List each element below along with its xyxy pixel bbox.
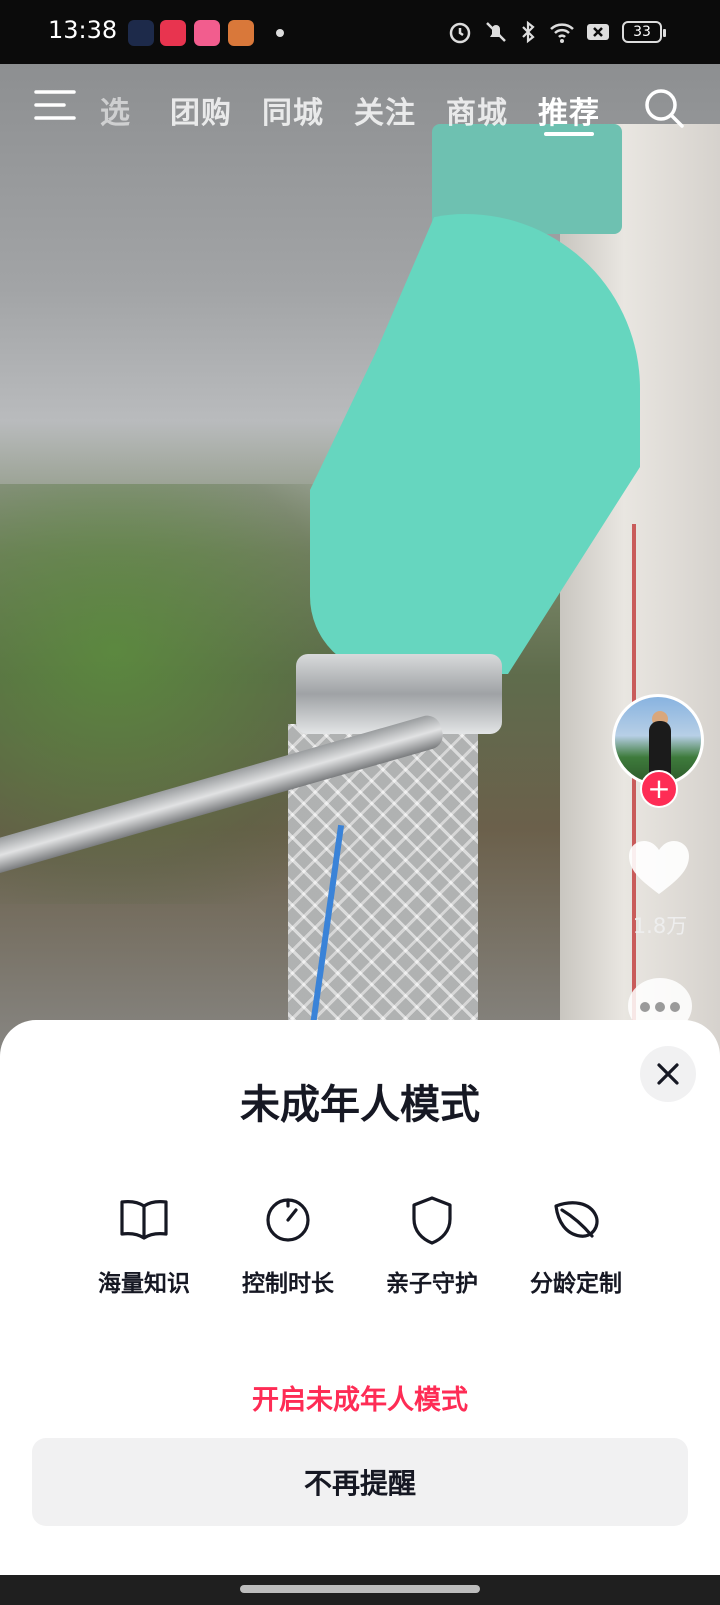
feature-label: 亲子守护 [386,1271,478,1297]
top-nav: 选 团购 同城 关注 商城 推荐 [0,76,720,140]
sim-off-icon [587,24,609,40]
timer-icon [266,1198,310,1242]
like-count: 1.8万 [632,914,688,938]
tab-recommend[interactable]: 推荐 [538,88,600,132]
notification-dot-icon [276,29,284,37]
music-app-icon [160,20,186,46]
system-nav-bar [0,1575,720,1605]
alarm-icon [449,22,471,44]
feature-label: 控制时长 [242,1271,334,1297]
menu-icon[interactable] [34,88,76,122]
tab-local[interactable]: 同城 [262,88,324,132]
dont-remind-button[interactable]: 不再提醒 [32,1438,688,1526]
battery-icon: 33 [622,21,666,43]
sheet-title: 未成年人模式 [240,1082,480,1128]
tab-following[interactable]: 关注 [354,88,416,132]
close-button[interactable] [640,1046,696,1102]
tab-mall[interactable]: 商城 [446,88,508,132]
feature-age-custom: 分龄定制 [504,1192,648,1298]
feature-knowledge: 海量知识 [72,1192,216,1298]
shield-icon [412,1196,452,1245]
close-icon [657,1063,679,1085]
teen-mode-sheet: 未成年人模式 海量知识 控制时长 亲子守护 分龄定制 开启未成年人模式 不再提醒 [0,1020,720,1575]
feature-label: 分龄定制 [530,1271,622,1297]
active-tab-indicator [544,132,594,136]
heart-icon[interactable] [626,838,692,898]
avatar-person [649,721,671,777]
search-icon[interactable] [642,86,686,130]
book-icon [120,1200,168,1240]
status-time: 13:38 [48,16,118,44]
app-notification-icon [128,20,154,46]
mute-icon [486,22,506,42]
bluetooth-icon [522,20,535,44]
tab-partial[interactable]: 选 [100,88,131,132]
follow-button[interactable]: + [640,770,678,808]
game-app-icon [228,20,254,46]
leaf-icon [554,1201,599,1238]
home-indicator[interactable] [240,1585,480,1593]
feature-label: 海量知识 [98,1271,190,1297]
bilibili-app-icon [194,20,220,46]
feature-parental-guard: 亲子守护 [360,1192,504,1298]
feature-time-control: 控制时长 [216,1192,360,1298]
status-bar: 13:38 33 [0,0,720,64]
enable-teen-mode-link[interactable]: 开启未成年人模式 [0,1378,720,1417]
tab-group-buy[interactable]: 团购 [170,88,232,132]
wifi-icon [550,23,574,43]
